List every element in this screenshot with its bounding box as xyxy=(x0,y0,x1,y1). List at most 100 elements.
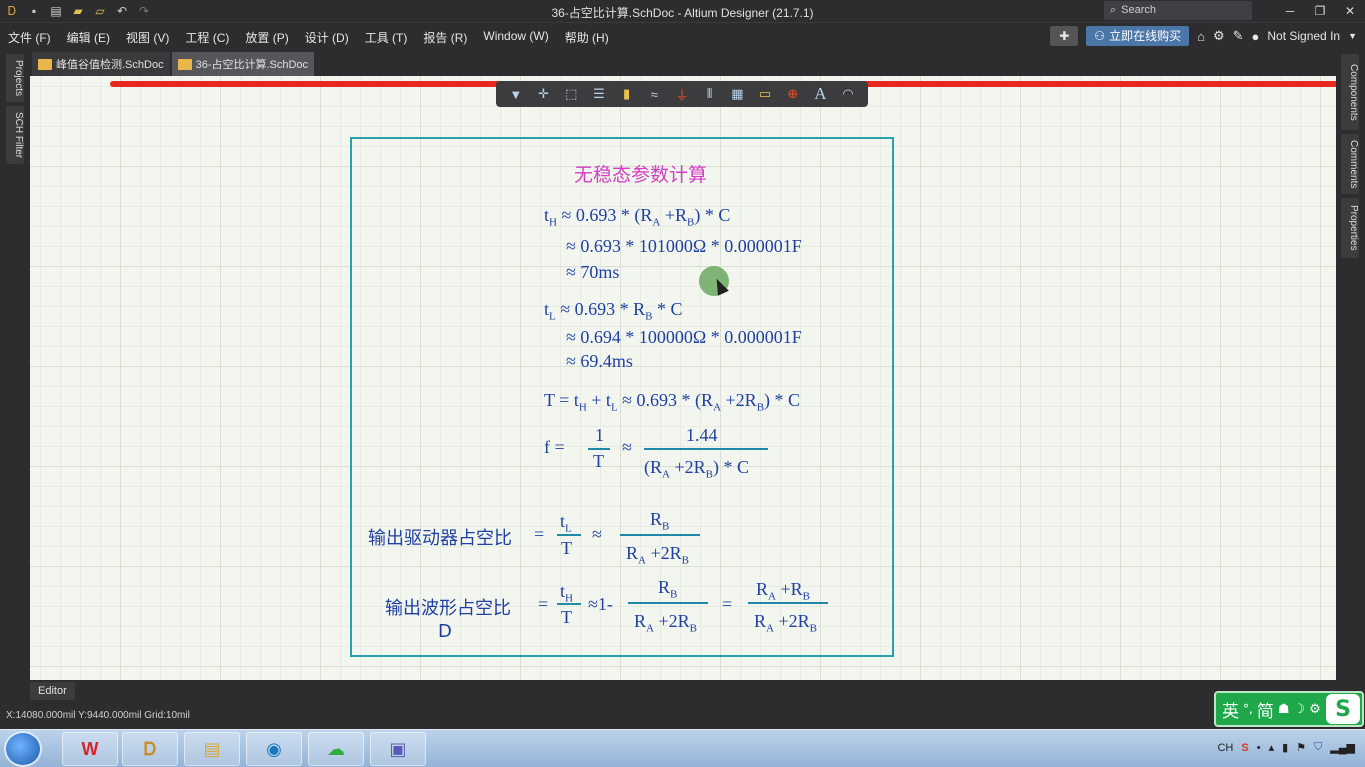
wps-icon[interactable]: W xyxy=(62,732,118,766)
freq-denominator: T xyxy=(593,451,604,471)
doc-tab-duty-cycle[interactable]: 36-占空比计算.SchDoc xyxy=(171,52,315,76)
user-icon[interactable]: ● xyxy=(1252,29,1260,44)
plus-2r: +2R xyxy=(773,611,810,631)
chevron-down-icon[interactable]: ▼ xyxy=(1348,31,1357,41)
tl-formula-line3: ≈ 69.4ms xyxy=(566,351,633,371)
rb-symbol: R xyxy=(658,577,671,597)
power-port-icon[interactable]: ⏚ xyxy=(672,84,692,104)
menu-file[interactable]: 文件 (F) xyxy=(8,29,51,46)
den-mid: +2R xyxy=(669,457,706,477)
menu-reports[interactable]: 报告 (R) xyxy=(423,29,467,46)
active-bar: ▼ ✛ ⬚ ☰ ▮ ≈ ⏚ ⫴ ▦ ▭ ⊕ A ◠ xyxy=(496,81,868,107)
rb-sub: B xyxy=(662,520,670,533)
start-button[interactable] xyxy=(4,731,42,767)
filter-icon[interactable]: ▼ xyxy=(506,84,526,104)
panel-tab-sch-filter[interactable]: SCH Filter xyxy=(6,106,24,164)
wave-duty-denominator: T xyxy=(561,607,572,627)
tl-formula-line1: tL ≈ 0.693 * RB * C xyxy=(544,299,683,323)
user-status[interactable]: Not Signed In xyxy=(1267,29,1340,43)
home-icon[interactable]: ⌂ xyxy=(1197,29,1205,44)
driver-duty-ra2rb: RA +2RB xyxy=(626,543,689,567)
tray-device-icon[interactable]: ▮ xyxy=(1282,741,1288,754)
menu-view[interactable]: 视图 (V) xyxy=(126,29,169,46)
menu-tools[interactable]: 工具 (T) xyxy=(365,29,408,46)
rb-sub: B xyxy=(802,590,810,603)
formula-text-frame[interactable]: 无稳态参数计算 tH ≈ 0.693 * (RA +RB) * C ≈ 0.69… xyxy=(350,137,894,657)
panel-tab-projects[interactable]: Projects xyxy=(6,54,24,102)
ime-shirt-icon[interactable]: ☗ xyxy=(1278,702,1290,717)
left-panel-bar: Projects SCH Filter xyxy=(0,50,30,680)
notepad-icon[interactable]: ▣ xyxy=(370,732,426,766)
freq-fraction-line2 xyxy=(644,448,768,450)
rb-symbol: R xyxy=(650,509,663,529)
menu-help[interactable]: 帮助 (H) xyxy=(565,29,609,46)
directive-icon[interactable]: ⊕ xyxy=(783,84,803,104)
panel-tab-properties[interactable]: Properties xyxy=(1341,198,1359,258)
period-2rb: +2R xyxy=(721,390,757,410)
tray-lang[interactable]: CH xyxy=(1217,742,1233,754)
wave-duty-fraction-line2 xyxy=(628,602,708,604)
tray-sogou-icon[interactable]: S xyxy=(1241,742,1248,754)
wave-duty-numerator: tH xyxy=(560,581,573,605)
editor-tab[interactable]: Editor xyxy=(30,682,75,700)
windows-taskbar: W Ꭰ ▤ ◉ ☁ ▣ CH S • ▴ ▮ ⚑ ⛉ ▂▄▆ xyxy=(0,729,1365,767)
altium-taskbar-icon[interactable]: Ꭰ xyxy=(122,732,178,766)
menu-place[interactable]: 放置 (P) xyxy=(245,29,288,46)
wechat-icon[interactable]: ☁ xyxy=(308,732,364,766)
select-rect-icon[interactable]: ⬚ xyxy=(561,84,581,104)
formula-heading: 无稳态参数计算 xyxy=(574,164,708,186)
menu-window[interactable]: Window (W) xyxy=(483,29,548,46)
gear-icon[interactable]: ⚙ xyxy=(1213,28,1225,44)
harness-icon[interactable]: ▦ xyxy=(727,84,747,104)
th-sub: H xyxy=(549,216,557,229)
tl-end: * C xyxy=(652,299,683,319)
component-icon[interactable]: ▮ xyxy=(617,84,637,104)
menu-edit[interactable]: 编辑 (E) xyxy=(67,29,110,46)
explorer-icon[interactable]: ▤ xyxy=(184,732,240,766)
chat-icon: ✚ xyxy=(1059,29,1070,43)
wave-duty-fraction-line3 xyxy=(748,602,828,604)
th-expr: ≈ 0.693 * (R xyxy=(556,205,653,225)
close-icon[interactable]: ✕ xyxy=(1335,0,1365,22)
driver-duty-denominator: T xyxy=(561,538,572,558)
wave-duty-label: 输出波形占空比 xyxy=(385,598,511,619)
schematic-canvas[interactable]: ▼ ✛ ⬚ ☰ ▮ ≈ ⏚ ⫴ ▦ ▭ ⊕ A ◠ 无稳态参数计算 tH ≈ 0… xyxy=(30,76,1336,680)
menu-design[interactable]: 设计 (D) xyxy=(305,29,349,46)
ime-punct-icon[interactable]: °, xyxy=(1243,702,1253,716)
edge-icon[interactable]: ◉ xyxy=(246,732,302,766)
wave-duty-rarb: RA +RB xyxy=(756,579,810,603)
ime-gear-icon[interactable]: ⚙ xyxy=(1309,702,1321,717)
th-formula-line1: tH ≈ 0.693 * (RA +RB) * C xyxy=(544,205,730,229)
buy-online-button[interactable]: ⚇ 立即在线购买 xyxy=(1086,26,1190,46)
port-icon[interactable]: ▭ xyxy=(755,84,775,104)
arc-icon[interactable]: ◠ xyxy=(838,84,858,104)
feedback-button[interactable]: ✚ xyxy=(1050,26,1079,46)
search-box[interactable]: ⌕ Search xyxy=(1104,1,1252,20)
ra-symbol: R xyxy=(756,579,769,599)
text-icon[interactable]: A xyxy=(810,84,830,104)
sogou-logo-icon[interactable]: S xyxy=(1326,694,1360,724)
align-icon[interactable]: ☰ xyxy=(589,84,609,104)
tray-signal-icon[interactable]: ▂▄▆ xyxy=(1330,741,1355,754)
ime-moon-icon[interactable]: ☽ xyxy=(1293,702,1305,717)
tray-flag-icon[interactable]: ⚑ xyxy=(1296,741,1306,754)
panel-tab-comments[interactable]: Comments xyxy=(1341,134,1359,194)
minimize-icon[interactable]: ─ xyxy=(1275,0,1305,22)
pin-icon[interactable]: ✎ xyxy=(1233,28,1244,44)
panel-tab-components[interactable]: Components xyxy=(1341,54,1359,130)
tl-formula-line2: ≈ 0.694 * 100000Ω * 0.000001F xyxy=(566,327,802,347)
menu-project[interactable]: 工程 (C) xyxy=(185,29,229,46)
wire-icon[interactable]: ≈ xyxy=(644,84,664,104)
move-cross-icon[interactable]: ✛ xyxy=(534,84,554,104)
th-formula-line3: ≈ 70ms xyxy=(566,262,620,282)
doc-tab-peak-valley[interactable]: 峰值谷值检测.SchDoc xyxy=(32,52,170,76)
restore-icon[interactable]: ❐ xyxy=(1305,0,1335,22)
tray-dot-icon[interactable]: • xyxy=(1257,742,1261,754)
ime-toolbar[interactable]: 英 °, 简 ☗ ☽ ⚙ S xyxy=(1214,691,1364,727)
bus-icon[interactable]: ⫴ xyxy=(700,84,720,104)
ime-mode[interactable]: 简 xyxy=(1257,697,1274,722)
tray-arrow-icon[interactable]: ▴ xyxy=(1269,741,1275,754)
document-tabs: 峰值谷值检测.SchDoc 36-占空比计算.SchDoc xyxy=(30,50,1336,76)
tray-shield-icon[interactable]: ⛉ xyxy=(1314,741,1322,754)
ime-lang[interactable]: 英 xyxy=(1222,697,1239,722)
